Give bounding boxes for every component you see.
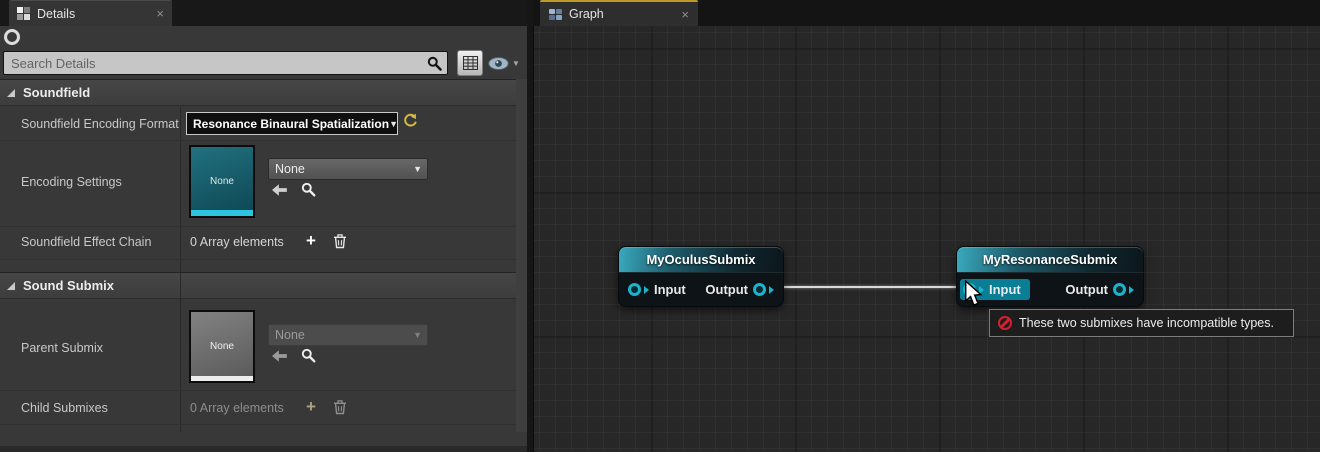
trash-icon[interactable] [333,233,347,249]
node-body: Input Output [956,272,1144,307]
row-separator [0,390,527,391]
graph-panel: Graph × MyOculusSubmix Input Output MyRe… [533,0,1320,452]
output-pin-icon[interactable] [753,283,766,296]
input-pin-label: Input [654,282,686,297]
section-title: Soundfield [23,85,91,100]
graph-tab-icon [549,8,562,20]
details-panel: Details × Search Details ▼ Soundfield So… [0,0,527,452]
expand-arrow-icon [7,281,15,290]
row-separator [0,424,527,425]
add-element-button[interactable]: + [306,398,316,415]
chevron-down-icon: ▼ [389,118,398,129]
details-scrollbar-track[interactable] [516,79,527,432]
tab-graph[interactable]: Graph × [540,0,698,26]
reset-to-default-icon[interactable] [403,113,417,129]
thumbnail-text: None [210,341,234,352]
eye-icon [488,56,509,70]
expand-arrow-icon [7,88,15,97]
input-pin-label: Input [989,282,1021,297]
output-pin-group[interactable]: Output [705,282,774,297]
browse-asset-icon[interactable] [301,182,316,197]
chevron-down-icon: ▼ [512,58,520,68]
connection-wire[interactable] [778,286,964,288]
grid-view-icon [462,56,478,70]
row-label-encoding-settings: Encoding Settings [21,175,122,189]
array-elements-count: 0 Array elements [190,235,284,249]
soundfield-encoding-format-dropdown[interactable]: Resonance Binaural Spatialization ▼ [186,112,398,135]
output-pin-label: Output [705,282,748,297]
tab-graph-label: Graph [569,7,604,21]
row-label-soundfield-effect-chain: Soundfield Effect Chain [21,235,152,249]
property-matrix-button[interactable] [457,50,483,76]
chevron-down-icon: ▼ [413,164,422,174]
view-options-button[interactable]: ▼ [488,50,526,76]
error-tooltip-text: These two submixes have incompatible typ… [1019,316,1274,330]
no-entry-icon [998,316,1012,330]
pin-arrow-icon [769,285,774,294]
input-pin-icon[interactable] [628,283,641,296]
dropdown-value: Resonance Binaural Spatialization [193,116,390,131]
row-label-child-submixes: Child Submixes [21,401,108,415]
mouse-cursor [964,280,983,307]
row-separator [0,140,527,141]
lock-icon[interactable] [4,29,20,45]
section-header-soundfield[interactable]: Soundfield [0,79,527,106]
pin-arrow-icon [644,285,649,294]
section-title: Sound Submix [23,278,114,293]
chevron-down-icon: ▼ [413,330,422,340]
unreal-editor-window: Details × Search Details ▼ Soundfield So… [0,0,1320,452]
search-icon [427,56,442,71]
details-tab-bar: Details × [0,0,527,26]
details-column-divider[interactable] [180,107,181,432]
asset-color-bar [191,210,253,216]
parent-submix-asset-thumbnail[interactable]: None [189,310,255,383]
close-icon[interactable]: × [681,8,689,21]
browse-asset-icon[interactable] [301,348,316,363]
output-pin-group[interactable]: Output [1065,282,1134,297]
node-my-resonance-submix[interactable]: MyResonanceSubmix Input Output [956,246,1144,307]
node-title[interactable]: MyResonanceSubmix [956,246,1144,272]
array-elements-count: 0 Array elements [190,401,284,415]
row-label-parent-submix: Parent Submix [21,341,103,355]
row-separator [0,259,527,260]
section-header-sound-submix[interactable]: Sound Submix [0,272,527,299]
close-icon[interactable]: × [156,7,164,20]
node-title[interactable]: MyOculusSubmix [618,246,784,272]
encoding-settings-asset-thumbnail[interactable]: None [189,145,255,218]
node-body: Input Output [618,272,784,307]
pin-arrow-icon [1129,285,1134,294]
parent-submix-dropdown[interactable]: None ▼ [268,324,428,346]
row-label-soundfield-encoding-format: Soundfield Encoding Format [21,117,179,131]
use-selected-asset-icon[interactable] [272,184,288,196]
tab-details[interactable]: Details × [9,0,172,26]
dropdown-value: None [275,328,305,342]
thumbnail-text: None [210,176,234,187]
dropdown-value: None [275,162,305,176]
graph-canvas[interactable]: MyOculusSubmix Input Output MyResonanceS… [533,26,1320,452]
asset-color-bar [191,376,253,381]
graph-tab-bar: Graph × [533,0,1320,26]
use-selected-asset-icon[interactable] [272,350,288,362]
output-pin-icon[interactable] [1113,283,1126,296]
output-pin-label: Output [1065,282,1108,297]
node-my-oculus-submix[interactable]: MyOculusSubmix Input Output [618,246,784,307]
trash-icon[interactable] [333,399,347,415]
search-input[interactable] [4,52,447,74]
input-pin-group[interactable]: Input [628,282,686,297]
add-element-button[interactable]: + [306,232,316,249]
tab-details-label: Details [37,6,76,21]
row-separator [0,226,527,227]
details-tab-icon [17,7,30,20]
error-tooltip: These two submixes have incompatible typ… [989,309,1294,337]
encoding-settings-dropdown[interactable]: None ▼ [268,158,428,180]
search-input-wrap [3,51,448,75]
